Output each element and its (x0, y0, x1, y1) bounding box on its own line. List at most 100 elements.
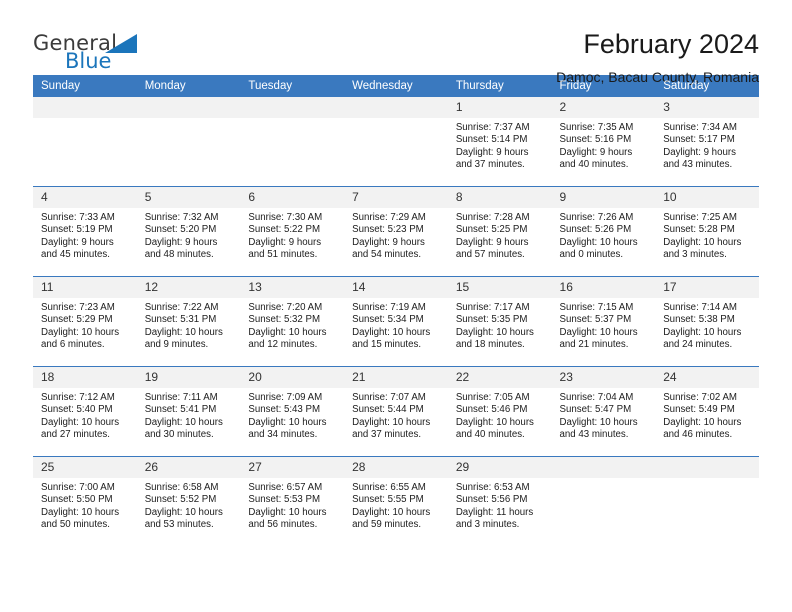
sunset-time: Sunset: 5:49 PM (663, 404, 735, 416)
day-sun-info: Sunrise: 7:00 AM Sunset: 5:50 PM Daylight:… (33, 478, 137, 532)
daylight-duration-line1: Daylight: 10 hours (663, 416, 742, 428)
calendar-day-cell[interactable]: 26 Sunrise: 6:58 AM Sunset: 5:52 PM Dayligh… (136, 456, 241, 546)
day-number: 7 (344, 187, 448, 208)
daylight-duration-line1: Daylight: 10 hours (663, 236, 742, 248)
daylight-duration-line1: Daylight: 10 hours (352, 326, 431, 338)
calendar-day-cell[interactable]: 24 Sunrise: 7:02 AM Sunset: 5:49 PM Dayligh… (655, 366, 759, 457)
sunset-time: Sunset: 5:56 PM (455, 494, 528, 506)
daylight-duration-line2: and 56 minutes. (248, 519, 318, 531)
sunrise-time: Sunrise: 7:11 AM (144, 392, 218, 403)
day-number: 6 (240, 187, 345, 208)
calendar-day-cell[interactable]: 12 Sunrise: 7:22 AM Sunset: 5:31 PM Dayligh… (136, 276, 241, 367)
sunrise-time: Sunrise: 7:15 AM (559, 302, 634, 313)
calendar-day-cell[interactable]: 10 Sunrise: 7:25 AM Sunset: 5:28 PM Dayligh… (655, 186, 759, 277)
sunrise-time: Sunrise: 7:26 AM (559, 212, 634, 223)
calendar-day-cell[interactable]: 4 Sunrise: 7:33 AM Sunset: 5:19 PM Daylight… (33, 186, 137, 277)
calendar-day-cell-empty (240, 97, 345, 187)
calendar-week-row: 18 Sunrise: 7:12 AM Sunset: 5:40 PM Dayligh… (33, 366, 759, 457)
sunset-time: Sunset: 5:55 PM (352, 494, 424, 506)
calendar-day-cell[interactable]: 21 Sunrise: 7:07 AM Sunset: 5:44 PM Dayligh… (344, 366, 448, 457)
calendar-day-cell[interactable]: 7 Sunrise: 7:29 AM Sunset: 5:23 PM Daylight… (344, 186, 448, 277)
day-sun-info: Sunrise: 6:58 AM Sunset: 5:52 PM Daylight:… (137, 478, 241, 532)
calendar-day-cell[interactable]: 5 Sunrise: 7:32 AM Sunset: 5:20 PM Daylight… (136, 186, 241, 277)
calendar-week-row: 25 Sunrise: 7:00 AM Sunset: 5:50 PM Dayligh… (33, 456, 759, 546)
sunset-time: Sunset: 5:17 PM (663, 134, 735, 146)
daylight-duration-line1: Daylight: 10 hours (144, 416, 223, 428)
daylight-duration-line2: and 37 minutes. (455, 159, 525, 171)
daylight-duration-line1: Daylight: 10 hours (455, 416, 534, 428)
daylight-duration-line1: Daylight: 10 hours (559, 416, 638, 428)
daylight-duration-line2: and 43 minutes. (559, 429, 629, 441)
sunrise-time: Sunrise: 7:34 AM (663, 122, 737, 133)
day-number: 14 (344, 277, 448, 298)
day-sun-info: Sunrise: 7:17 AM Sunset: 5:35 PM Daylight:… (448, 298, 552, 352)
calendar-week-row: 1 Sunrise: 7:37 AM Sunset: 5:14 PM Daylight… (33, 97, 759, 187)
sunrise-time: Sunrise: 7:09 AM (248, 392, 323, 403)
sunset-time: Sunset: 5:34 PM (352, 314, 424, 326)
calendar-day-cell[interactable]: 18 Sunrise: 7:12 AM Sunset: 5:40 PM Dayligh… (33, 366, 137, 457)
logo-triangle-icon (105, 34, 137, 53)
daylight-duration-line2: and 15 minutes. (352, 339, 422, 351)
calendar-day-cell[interactable]: 16 Sunrise: 7:15 AM Sunset: 5:37 PM Dayligh… (551, 276, 656, 367)
sunrise-time: Sunrise: 7:14 AM (663, 302, 737, 313)
calendar-day-cell[interactable]: 2 Sunrise: 7:35 AM Sunset: 5:16 PM Daylight… (551, 97, 656, 187)
calendar-day-cell[interactable]: 19 Sunrise: 7:11 AM Sunset: 5:41 PM Dayligh… (136, 366, 241, 457)
daylight-duration-line1: Daylight: 10 hours (144, 326, 223, 338)
daylight-duration-line2: and 3 minutes. (455, 519, 520, 531)
daylight-duration-line2: and 57 minutes. (455, 249, 525, 261)
calendar-day-cell[interactable]: 6 Sunrise: 7:30 AM Sunset: 5:22 PM Daylight… (240, 186, 345, 277)
daylight-duration-line1: Daylight: 9 hours (455, 236, 529, 248)
day-sun-info: Sunrise: 7:29 AM Sunset: 5:23 PM Daylight:… (344, 208, 448, 262)
page-title: February 2024 (583, 29, 759, 59)
calendar-day-cell[interactable]: 17 Sunrise: 7:14 AM Sunset: 5:38 PM Dayligh… (655, 276, 759, 367)
daylight-duration-line2: and 46 minutes. (663, 429, 733, 441)
calendar-day-cell[interactable]: 11 Sunrise: 7:23 AM Sunset: 5:29 PM Dayligh… (33, 276, 137, 367)
daylight-duration-line2: and 30 minutes. (144, 429, 214, 441)
daylight-duration-line1: Daylight: 10 hours (41, 416, 120, 428)
sunset-time: Sunset: 5:31 PM (144, 314, 217, 326)
daylight-duration-line2: and 6 minutes. (41, 339, 105, 351)
daylight-duration-line1: Daylight: 10 hours (41, 326, 120, 338)
sunrise-time: Sunrise: 7:33 AM (41, 212, 115, 223)
day-sun-info: Sunrise: 7:35 AM Sunset: 5:16 PM Daylight:… (552, 118, 656, 172)
calendar-day-cell[interactable]: 15 Sunrise: 7:17 AM Sunset: 5:35 PM Dayligh… (447, 276, 552, 367)
daylight-duration-line1: Daylight: 11 hours (455, 506, 534, 518)
calendar-day-cell[interactable]: 13 Sunrise: 7:20 AM Sunset: 5:32 PM Dayligh… (240, 276, 345, 367)
calendar-day-cell[interactable]: 28 Sunrise: 6:55 AM Sunset: 5:55 PM Dayligh… (344, 456, 448, 546)
day-number: 24 (655, 367, 759, 388)
day-sun-info: Sunrise: 7:26 AM Sunset: 5:26 PM Daylight:… (552, 208, 656, 262)
calendar-day-cell[interactable]: 1 Sunrise: 7:37 AM Sunset: 5:14 PM Daylight… (447, 97, 552, 187)
day-number (33, 97, 137, 118)
daylight-duration-line1: Daylight: 9 hours (663, 146, 736, 158)
day-sun-info: Sunrise: 7:15 AM Sunset: 5:37 PM Daylight:… (552, 298, 656, 352)
daylight-duration-line2: and 0 minutes. (559, 249, 624, 261)
daylight-duration-line2: and 40 minutes. (559, 159, 629, 171)
calendar-day-cell[interactable]: 29 Sunrise: 6:53 AM Sunset: 5:56 PM Dayligh… (447, 456, 552, 546)
sunrise-time: Sunrise: 7:30 AM (248, 212, 323, 223)
day-number: 21 (344, 367, 448, 388)
calendar-day-cell[interactable]: 22 Sunrise: 7:05 AM Sunset: 5:46 PM Dayligh… (447, 366, 552, 457)
weekday-header-sunday: Sunday (33, 75, 137, 97)
sunrise-time: Sunrise: 6:53 AM (455, 482, 530, 493)
calendar-day-cell[interactable]: 14 Sunrise: 7:19 AM Sunset: 5:34 PM Dayligh… (344, 276, 448, 367)
sunset-time: Sunset: 5:25 PM (455, 224, 528, 236)
sunrise-time: Sunrise: 7:04 AM (559, 392, 634, 403)
day-number: 28 (344, 457, 448, 478)
calendar-day-cell[interactable]: 23 Sunrise: 7:04 AM Sunset: 5:47 PM Dayligh… (551, 366, 656, 457)
calendar-day-cell[interactable]: 8 Sunrise: 7:28 AM Sunset: 5:25 PM Daylight… (447, 186, 552, 277)
calendar-day-cell[interactable]: 20 Sunrise: 7:09 AM Sunset: 5:43 PM Dayligh… (240, 366, 345, 457)
daylight-duration-line1: Daylight: 9 hours (144, 236, 218, 248)
day-sun-info: Sunrise: 7:30 AM Sunset: 5:22 PM Daylight:… (240, 208, 344, 262)
day-number: 5 (136, 187, 241, 208)
calendar-day-cell[interactable]: 3 Sunrise: 7:34 AM Sunset: 5:17 PM Daylight… (655, 97, 759, 187)
weekday-header-monday: Monday (136, 75, 241, 97)
sunrise-time: Sunrise: 7:28 AM (455, 212, 530, 223)
general-blue-logo[interactable]: General Blue (33, 28, 163, 72)
calendar-day-cell[interactable]: 25 Sunrise: 7:00 AM Sunset: 5:50 PM Dayligh… (33, 456, 137, 546)
calendar-day-cell[interactable]: 27 Sunrise: 6:57 AM Sunset: 5:53 PM Dayligh… (240, 456, 345, 546)
calendar-day-cell[interactable]: 9 Sunrise: 7:26 AM Sunset: 5:26 PM Daylight… (551, 186, 656, 277)
day-number (136, 97, 241, 118)
calendar-page: General Blue February 2024 Damoc, Bacau … (0, 0, 792, 612)
day-number: 10 (655, 187, 759, 208)
sunset-time: Sunset: 5:40 PM (41, 404, 113, 416)
